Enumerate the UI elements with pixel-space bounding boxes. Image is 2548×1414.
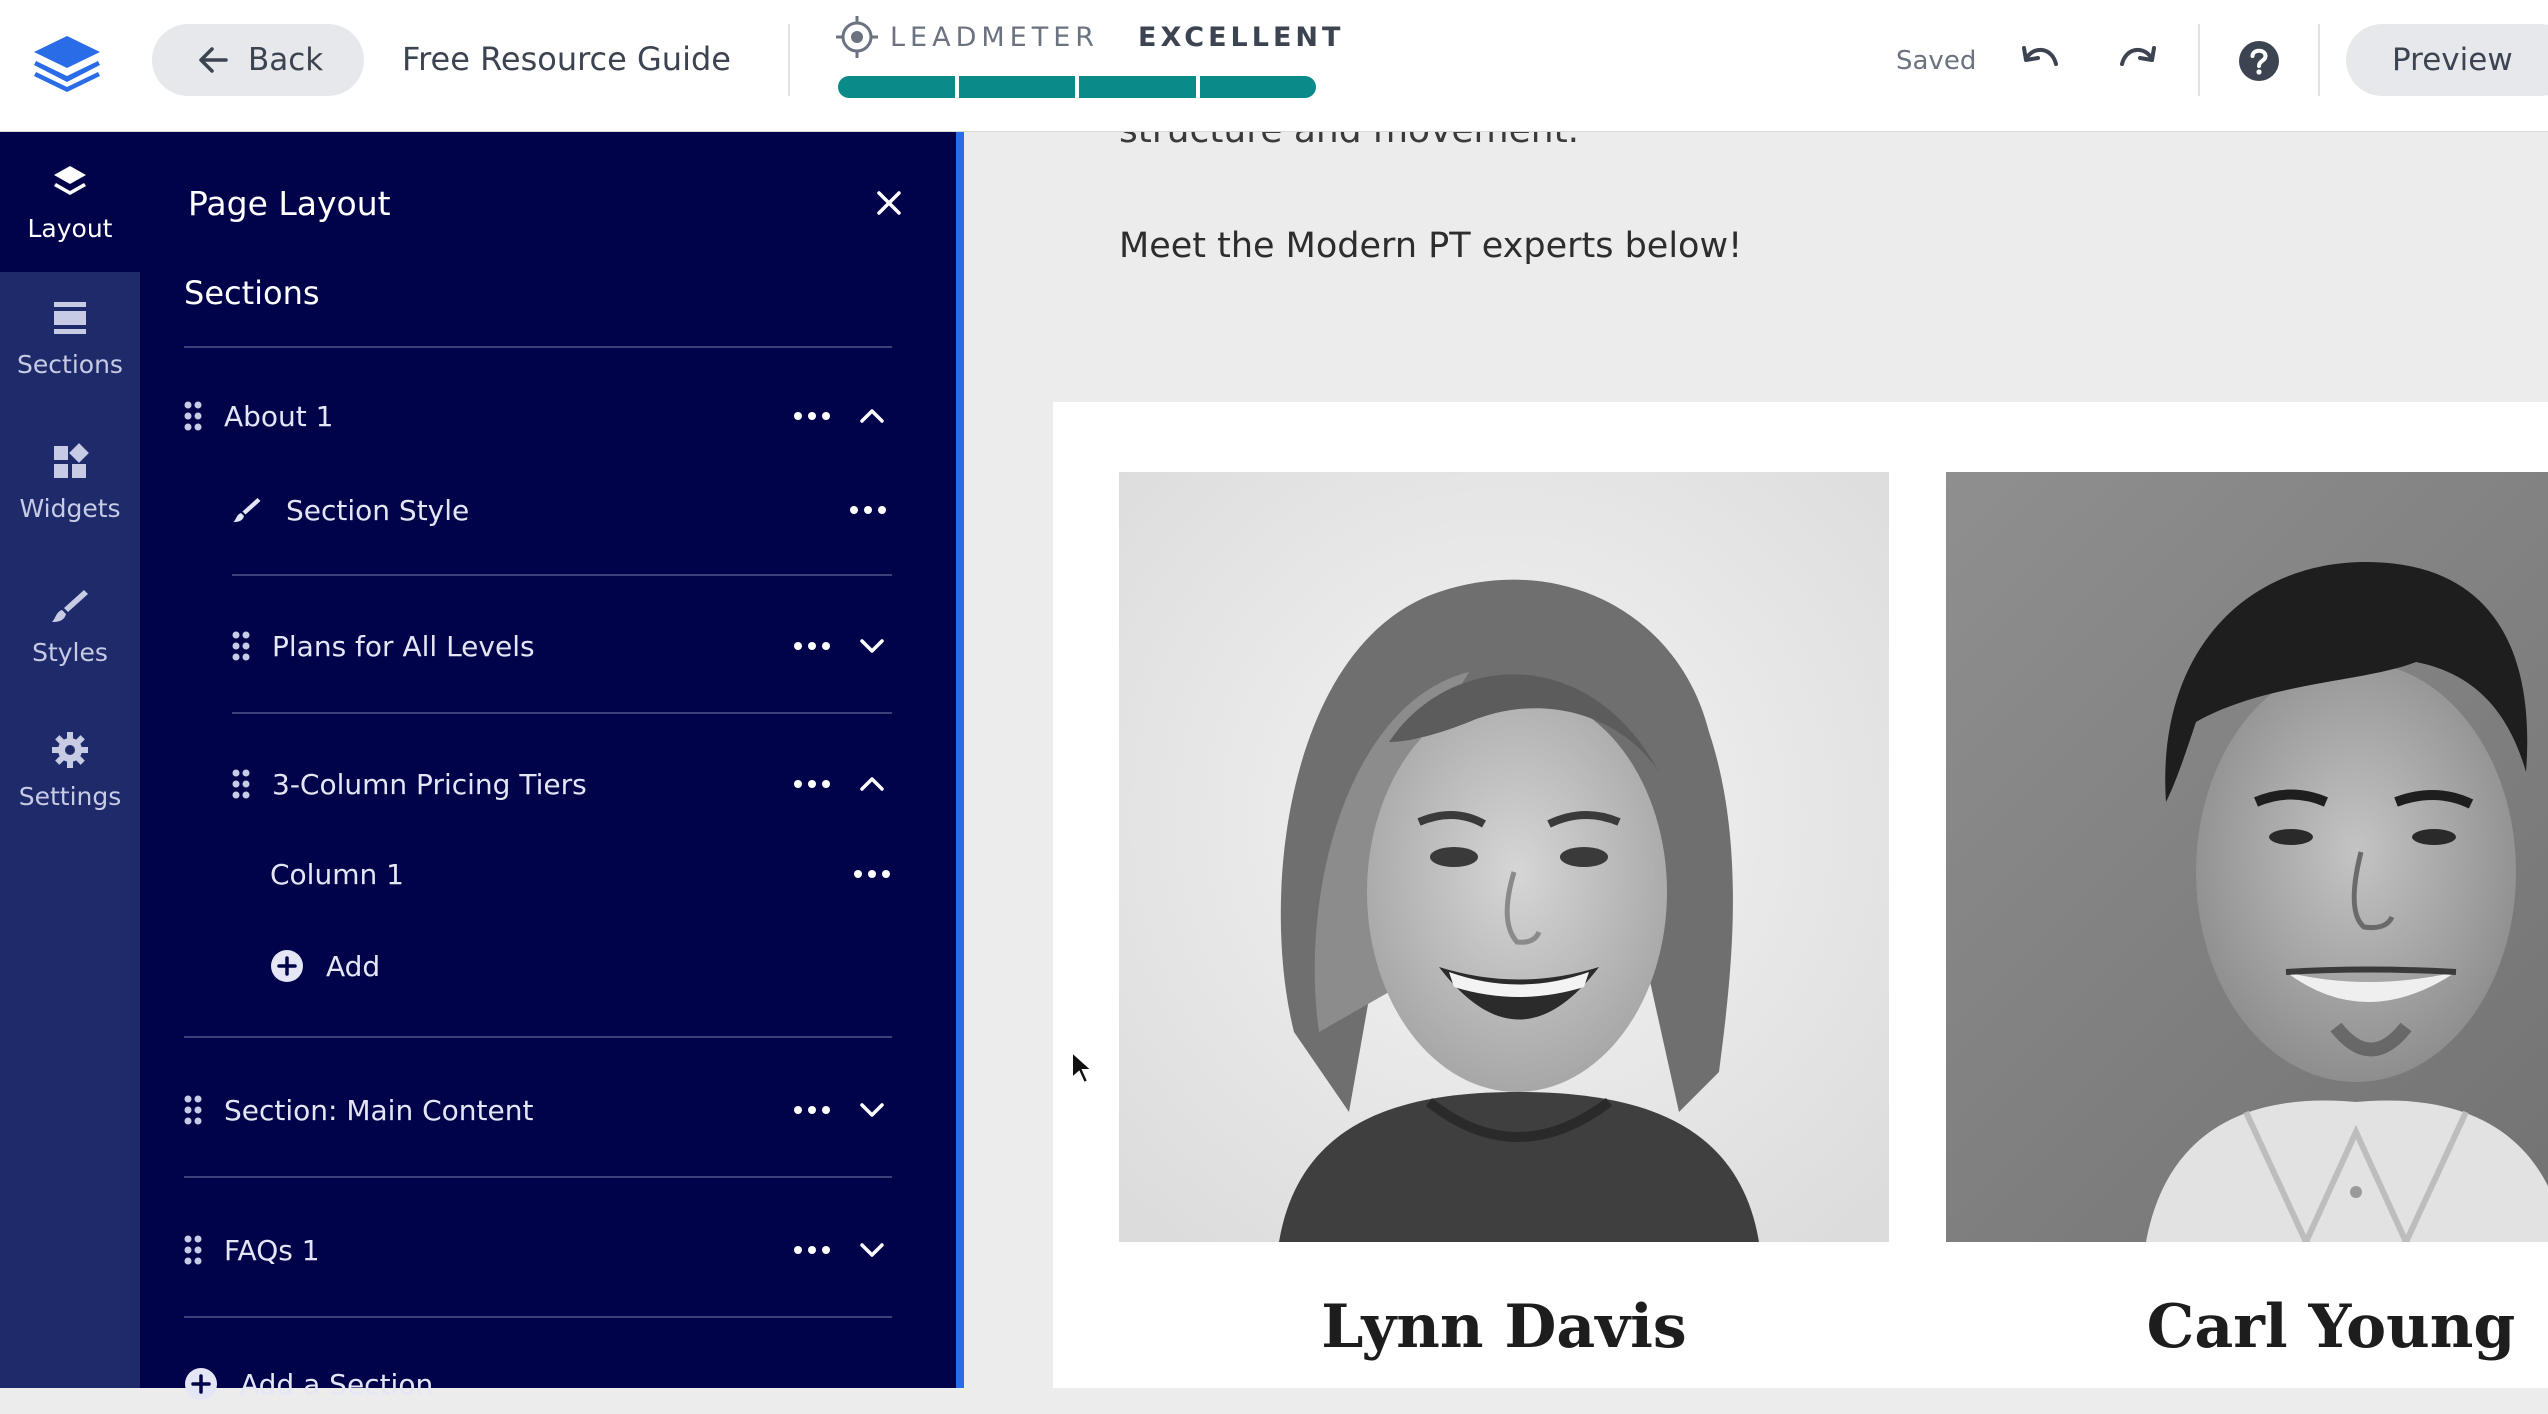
section-row-faqs[interactable]: FAQs 1 [182,1220,320,1280]
back-button-label: Back [248,42,324,78]
section-row-label: About 1 [224,399,334,433]
person-name: Carl Young [2146,1292,2516,1362]
panel-title: Page Layout [188,184,391,223]
more-options-icon[interactable] [792,1244,832,1256]
portrait-image [1119,472,1889,1242]
section-row-plans[interactable]: Plans for All Levels [230,616,535,676]
more-options-icon[interactable] [792,778,832,790]
page-layout-panel: Page Layout Sections About 1 Section Sty… [140,132,956,1401]
chevron-down-icon[interactable] [858,632,886,660]
top-toolbar: Back Free Resource Guide LEADMETER EXCEL… [0,0,2548,132]
leadmeter-segment [958,76,1075,98]
body-text: structure and movement. [1119,132,1579,151]
mouse-cursor-icon [1071,1050,1094,1085]
person-name: Lynn Davis [1321,1292,1687,1362]
section-row-label: FAQs 1 [224,1233,320,1267]
preview-button[interactable]: Preview [2346,24,2548,96]
panel-resize-handle[interactable] [956,132,964,1388]
brush-icon [52,589,88,622]
brush-icon [233,498,261,522]
add-section-button[interactable]: Add a Section [184,1354,433,1414]
undo-icon[interactable] [2018,38,2064,84]
leadmeter-segment [1199,76,1316,98]
arrow-left-icon [199,47,228,73]
section-row-main-content[interactable]: Section: Main Content [182,1080,533,1140]
chevron-up-icon[interactable] [858,770,886,798]
sections-icon [54,301,86,334]
drag-handle-icon[interactable] [182,1093,204,1127]
leadmeter-label: LEADMETER [890,22,1100,53]
page-canvas[interactable]: structure and movement. Meet the Modern … [964,132,2548,1388]
rail-item-styles[interactable]: Styles [0,556,140,696]
leadmeter-progress-bar[interactable] [838,76,1316,98]
more-options-icon[interactable] [848,504,888,516]
divider [2198,24,2200,96]
section-row-label: Section: Main Content [224,1093,534,1127]
rail-item-layout[interactable]: Layout [0,132,140,272]
divider [2318,24,2320,96]
plus-circle-icon [185,1368,217,1400]
save-status: Saved [1896,46,1977,76]
page-name[interactable]: Free Resource Guide [402,40,731,78]
chevron-up-icon[interactable] [858,402,886,430]
section-row-label: 3-Column Pricing Tiers [272,767,587,801]
leadmeter-score: EXCELLENT [1138,22,1345,53]
divider [184,1176,892,1178]
rail-item-widgets[interactable]: Widgets [0,412,140,552]
drag-handle-icon[interactable] [230,629,252,663]
section-style-label: Section Style [286,493,470,527]
rail-item-settings[interactable]: Settings [0,700,140,840]
more-options-icon[interactable] [792,410,832,422]
divider [184,1316,892,1318]
drag-handle-icon[interactable] [182,399,204,433]
chevron-down-icon[interactable] [858,1096,886,1124]
more-options-icon[interactable] [792,640,832,652]
portrait-image [1946,472,2548,1242]
close-icon[interactable] [872,186,906,220]
column-row-label: Column 1 [270,857,404,891]
section-style-row[interactable]: Section Style [232,480,469,540]
divider [788,24,790,96]
divider [232,574,892,576]
leadmeter-segment [838,76,955,98]
preview-button-label: Preview [2392,42,2513,78]
more-options-icon[interactable] [852,868,892,880]
drag-handle-icon[interactable] [182,1233,204,1267]
add-section-label: Add a Section [240,1367,434,1401]
section-row-label: Plans for All Levels [272,629,535,663]
back-button[interactable]: Back [152,24,364,96]
section-row-about[interactable]: About 1 [182,386,334,446]
rail-item-label: Sections [17,349,123,379]
leadmeter-segment [1079,76,1196,98]
divider [184,346,892,348]
drag-handle-icon[interactable] [230,767,252,801]
gear-icon [52,731,88,768]
more-options-icon[interactable] [792,1104,832,1116]
rail-item-label: Widgets [19,493,121,523]
divider [232,712,892,714]
rail-item-label: Layout [27,213,113,243]
add-column-button[interactable]: Add [270,936,380,996]
redo-icon[interactable] [2114,38,2160,84]
column-row[interactable]: Column 1 [270,844,404,904]
widgets-icon [54,442,89,478]
person-photo[interactable] [1946,472,2548,1242]
target-icon [836,16,878,58]
add-label: Add [326,949,381,983]
rail-item-label: Settings [18,781,122,811]
editor-nav-rail: Layout Sections Widgets Styles Settings [0,132,140,1388]
body-text: Meet the Modern PT experts below! [1119,226,1743,266]
app-logo-icon[interactable] [30,32,104,92]
rail-item-sections[interactable]: Sections [0,268,140,408]
divider [184,1036,892,1038]
help-icon[interactable] [2236,38,2282,84]
rail-item-label: Styles [32,637,108,667]
section-row-pricing[interactable]: 3-Column Pricing Tiers [230,754,587,814]
sections-heading: Sections [184,274,320,312]
person-photo[interactable] [1119,472,1889,1242]
layers-icon [54,165,86,195]
chevron-down-icon[interactable] [858,1236,886,1264]
plus-circle-icon [271,950,303,982]
